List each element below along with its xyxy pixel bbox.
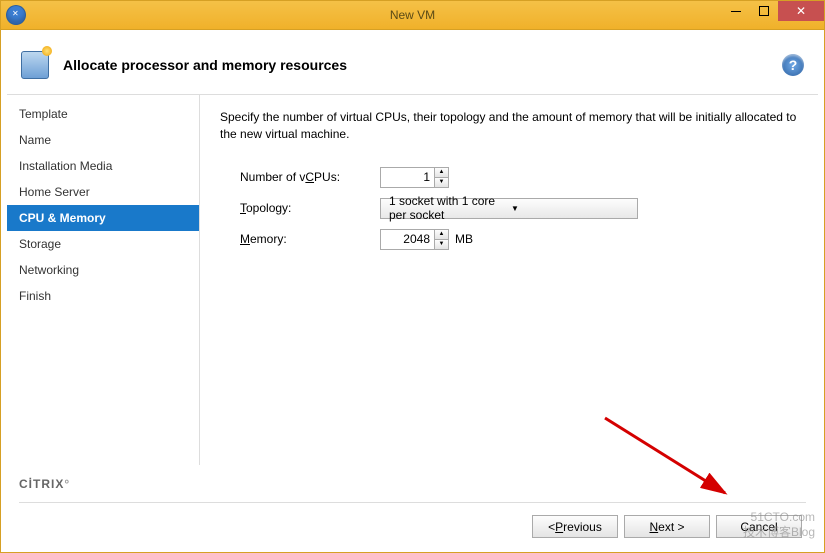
topology-value: 1 socket with 1 core per socket — [389, 194, 511, 222]
wizard-footer: CİTRIX° < Previous Next > Cancel — [7, 465, 818, 546]
sidebar-item-template[interactable]: Template — [7, 101, 199, 127]
memory-spin-up[interactable]: ▲ — [435, 230, 448, 240]
wizard-sidebar: Template Name Installation Media Home Se… — [7, 95, 199, 465]
maximize-button[interactable] — [750, 1, 778, 21]
memory-input[interactable] — [380, 229, 434, 250]
memory-spinner[interactable]: ▲ ▼ — [380, 229, 449, 250]
vcpu-input[interactable] — [380, 167, 434, 188]
memory-spin-down[interactable]: ▼ — [435, 240, 448, 249]
citrix-logo: CİTRIX° — [19, 471, 806, 494]
minimize-button[interactable] — [722, 1, 750, 21]
help-button[interactable]: ? — [782, 54, 804, 76]
topology-dropdown[interactable]: 1 socket with 1 core per socket ▼ — [380, 198, 638, 219]
sidebar-item-storage[interactable]: Storage — [7, 231, 199, 257]
system-menu-icon[interactable] — [7, 6, 25, 24]
vcpu-spin-down[interactable]: ▼ — [435, 178, 448, 187]
sidebar-item-installation-media[interactable]: Installation Media — [7, 153, 199, 179]
next-button[interactable]: Next > — [624, 515, 710, 538]
sidebar-item-cpu-memory[interactable]: CPU & Memory — [7, 205, 199, 231]
cancel-button[interactable]: Cancel — [716, 515, 802, 538]
previous-button[interactable]: < Previous — [532, 515, 618, 538]
vm-icon — [21, 51, 49, 79]
memory-unit: MB — [455, 232, 473, 246]
description-text: Specify the number of virtual CPUs, thei… — [220, 109, 798, 143]
vcpu-spin-up[interactable]: ▲ — [435, 168, 448, 178]
memory-label: Memory: — [220, 232, 380, 246]
close-button[interactable] — [778, 1, 824, 21]
sidebar-item-name[interactable]: Name — [7, 127, 199, 153]
wizard-header: Allocate processor and memory resources … — [7, 36, 818, 94]
window-title: New VM — [390, 8, 435, 22]
vcpu-spinner[interactable]: ▲ ▼ — [380, 167, 449, 188]
page-title: Allocate processor and memory resources — [63, 57, 347, 73]
sidebar-item-finish[interactable]: Finish — [7, 283, 199, 309]
vcpu-label: Number of vCPUs: — [220, 170, 380, 184]
wizard-content: Specify the number of virtual CPUs, thei… — [199, 95, 818, 465]
chevron-down-icon: ▼ — [511, 204, 633, 213]
sidebar-item-networking[interactable]: Networking — [7, 257, 199, 283]
titlebar: New VM — [0, 0, 825, 30]
sidebar-item-home-server[interactable]: Home Server — [7, 179, 199, 205]
window-controls — [722, 1, 824, 21]
topology-label: Topology: — [220, 201, 380, 215]
